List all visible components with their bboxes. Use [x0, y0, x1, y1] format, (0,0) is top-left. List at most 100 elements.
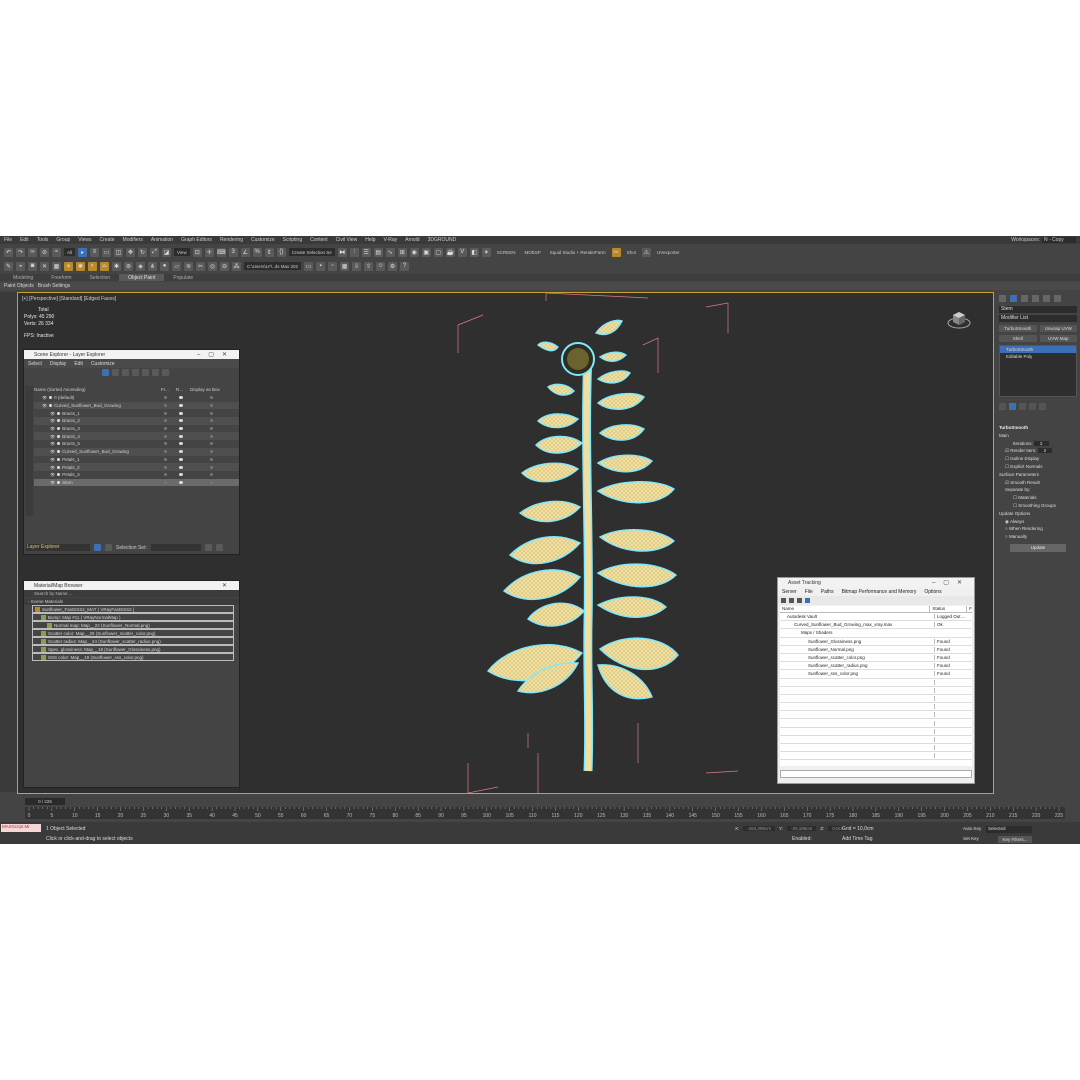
refresh-icon[interactable]	[781, 598, 786, 603]
freeze-toggle-icon[interactable]	[164, 427, 167, 431]
window-controls-icon[interactable]: –▢✕	[197, 351, 235, 358]
menu-3dground[interactable]: 3DGROUND	[428, 237, 457, 243]
delete-layer-icon[interactable]	[152, 369, 159, 376]
table-view-icon[interactable]	[805, 598, 810, 603]
asset-path-field[interactable]	[780, 770, 972, 778]
spray-icon[interactable]: ⁂	[232, 261, 241, 271]
motion-tab-icon[interactable]	[1032, 295, 1039, 302]
selection-set-dropdown[interactable]	[150, 544, 201, 551]
menu-v-ray[interactable]: V-Ray	[384, 237, 398, 243]
placement-icon[interactable]: ◪	[162, 247, 172, 257]
visibility-icon[interactable]: 👁	[50, 449, 55, 454]
render-toggle-icon[interactable]	[179, 404, 183, 408]
asset-row[interactable]: Maps / Shaders	[780, 629, 972, 638]
configure-sets-icon[interactable]	[1039, 403, 1046, 410]
asset-column-status[interactable]: Status	[929, 606, 966, 612]
modify-tab-icon[interactable]	[1010, 295, 1017, 302]
material-search-input[interactable]: Search by Name ...	[24, 590, 239, 597]
material-row[interactable]: Normal map: Map__22 (Sunflower_Normal.pn…	[32, 621, 234, 629]
select-by-name-icon[interactable]: ≡	[90, 247, 100, 257]
spinner-snap-icon[interactable]: ⇕	[264, 247, 274, 257]
brush-settings-label[interactable]: Brush Settings	[38, 283, 71, 289]
cross-tool-icon[interactable]: ✕	[40, 261, 49, 271]
select-object-icon[interactable]: ▸	[78, 247, 88, 257]
grid-icon[interactable]: ▦	[52, 261, 61, 271]
render-toggle-icon[interactable]	[179, 442, 183, 446]
render-toggle-icon[interactable]	[179, 434, 183, 438]
asset-row[interactable]: Sunflower_Normal.png Found	[780, 646, 972, 654]
menu-tools[interactable]: Tools	[37, 237, 49, 243]
asset-menu-server[interactable]: Server	[782, 589, 797, 595]
menu-graph-editors[interactable]: Graph Editors	[181, 237, 212, 243]
ribbon-tab-freeform[interactable]: Freeform	[42, 274, 80, 281]
menu-create[interactable]: Create	[100, 237, 115, 243]
box-toggle-icon[interactable]	[210, 480, 213, 484]
tree-row[interactable]: 👁 Curved_Sunflower_Bud_Growing	[34, 401, 239, 410]
asset-menu-options[interactable]: Options	[924, 589, 941, 595]
camera-icon[interactable]: ◙	[28, 261, 37, 271]
show-end-result-icon[interactable]	[1009, 403, 1016, 410]
import-icon[interactable]: ⇩	[352, 261, 362, 271]
proxy-icon[interactable]: ◈	[136, 261, 145, 271]
bind-space-warp-icon[interactable]: ≈	[52, 247, 61, 257]
render-toggle-icon[interactable]	[179, 450, 183, 454]
auto-key-button[interactable]: Auto Key	[963, 826, 981, 831]
angle-snap-icon[interactable]: ∠	[240, 247, 250, 257]
shot-label[interactable]: Shot	[624, 250, 639, 255]
help-icon[interactable]: ?	[400, 261, 410, 271]
unlink-icon[interactable]: ⊘	[40, 247, 49, 257]
render-toggle-icon[interactable]	[179, 411, 183, 415]
object-name-field[interactable]: Stem	[999, 306, 1077, 313]
box-toggle-icon[interactable]	[210, 473, 213, 477]
manually-radio[interactable]: ○ Manually	[999, 533, 1077, 541]
utilities-tab-icon[interactable]	[1054, 295, 1061, 302]
box-toggle-icon[interactable]	[210, 465, 213, 469]
menu-civil-view[interactable]: Civil View	[336, 237, 358, 243]
stack-item-editable-poly[interactable]: Editable Poly	[1000, 353, 1076, 360]
rollout-title[interactable]: TurboSmooth	[999, 424, 1077, 432]
ribbon-tab-selection[interactable]: Selection	[81, 274, 120, 281]
freeze-toggle-icon[interactable]	[164, 465, 167, 469]
uvw-map-button[interactable]: UVW Map	[1039, 335, 1077, 342]
render-toggle-icon[interactable]	[179, 427, 183, 431]
link-icon[interactable]: ∞	[28, 247, 37, 257]
box-toggle-icon[interactable]	[210, 442, 213, 446]
filter-icon[interactable]	[102, 369, 109, 376]
tree-row[interactable]: 👁 Bracts_5	[34, 440, 239, 448]
fog-icon[interactable]: ≋	[184, 261, 193, 271]
materials-checkbox[interactable]: ☐ Materials	[999, 494, 1077, 502]
render-iters-spinner[interactable]: 2	[1037, 448, 1053, 454]
vray-frame-icon[interactable]: ◧	[469, 247, 479, 257]
tree-view-icon[interactable]	[797, 598, 802, 603]
scissors-icon[interactable]: ✂	[611, 247, 621, 257]
box-toggle-icon[interactable]	[210, 434, 213, 438]
asset-column-extra[interactable]: F	[966, 606, 972, 612]
box-toggle-icon[interactable]	[210, 457, 213, 461]
grid-view-icon[interactable]: ▦	[340, 261, 350, 271]
ribbon-tab-object-paint[interactable]: Object Paint	[119, 274, 165, 281]
freeze-toggle-icon[interactable]	[164, 480, 167, 484]
ribbon-tab-populate[interactable]: Populate	[164, 274, 202, 281]
render-icon[interactable]: ☕	[445, 247, 455, 257]
pivot-icon[interactable]: ⊡	[192, 247, 202, 257]
vray-icon[interactable]: V	[457, 247, 467, 257]
folder-icon[interactable]: ▭	[304, 261, 314, 271]
tree-row[interactable]: 👁 Stem	[34, 478, 239, 487]
material-row[interactable]: Bump: Map #11 ( VRayNormalMap )	[32, 613, 234, 621]
ies-light-icon[interactable]: ⊚	[124, 261, 133, 271]
plane-icon[interactable]: ▱	[172, 261, 181, 271]
tree-row[interactable]: 👁 Bracts_4	[34, 432, 239, 441]
modifier-list-dropdown[interactable]: Modifier List	[999, 315, 1077, 322]
menu-arnold[interactable]: Arnold	[405, 237, 419, 243]
bucket-icon[interactable]: ◒	[16, 261, 25, 271]
ribbon-tab-modeling[interactable]: Modeling	[4, 274, 42, 281]
column-frozen[interactable]: Fr...	[161, 387, 169, 392]
material-row[interactable]: Scatter radius: Map__24 (Sunflower_scatt…	[32, 637, 234, 645]
shell-button[interactable]: Shell	[999, 335, 1037, 342]
move-icon[interactable]: ✥	[126, 247, 136, 257]
pin-stack-icon[interactable]	[999, 403, 1006, 410]
smoothing-groups-checkbox[interactable]: ☐ Smoothing Groups	[999, 502, 1077, 510]
sun-icon[interactable]: ✺	[76, 261, 85, 271]
menu-customize[interactable]: Customize	[251, 237, 275, 243]
sky-icon[interactable]: ◐	[88, 261, 97, 271]
